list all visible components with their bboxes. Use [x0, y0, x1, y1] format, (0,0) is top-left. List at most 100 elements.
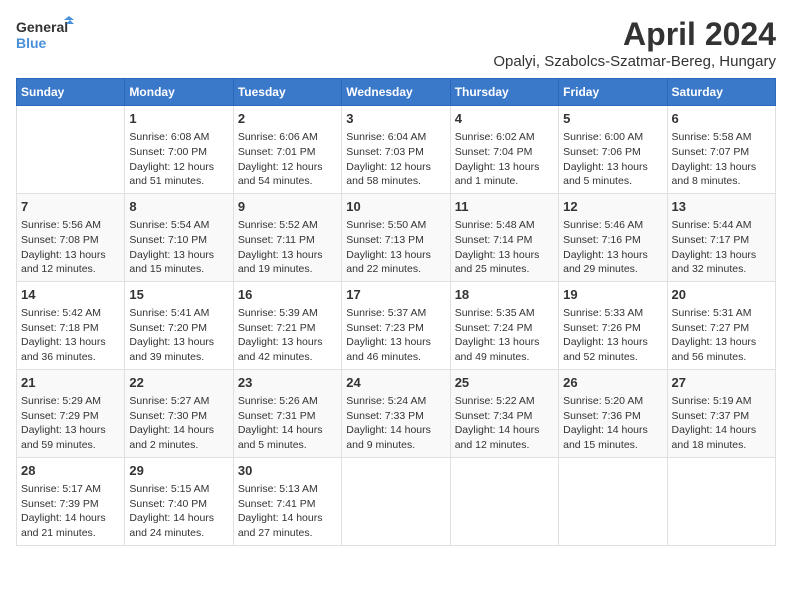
cell-info: Sunrise: 5:41 AMSunset: 7:20 PMDaylight:…	[129, 306, 228, 365]
calendar-cell: 18 Sunrise: 5:35 AMSunset: 7:24 PMDaylig…	[450, 281, 558, 369]
calendar-cell: 14 Sunrise: 5:42 AMSunset: 7:18 PMDaylig…	[17, 281, 125, 369]
col-header-monday: Monday	[125, 79, 233, 106]
cell-info: Sunrise: 5:58 AMSunset: 7:07 PMDaylight:…	[672, 130, 771, 189]
col-header-friday: Friday	[559, 79, 667, 106]
day-number: 23	[238, 374, 337, 392]
week-row-5: 28 Sunrise: 5:17 AMSunset: 7:39 PMDaylig…	[17, 457, 776, 545]
day-number: 15	[129, 286, 228, 304]
cell-info: Sunrise: 6:06 AMSunset: 7:01 PMDaylight:…	[238, 130, 337, 189]
cell-info: Sunrise: 5:48 AMSunset: 7:14 PMDaylight:…	[455, 218, 554, 277]
day-number: 9	[238, 198, 337, 216]
day-number: 12	[563, 198, 662, 216]
cell-info: Sunrise: 5:22 AMSunset: 7:34 PMDaylight:…	[455, 394, 554, 453]
svg-text:General: General	[16, 19, 68, 35]
calendar-cell: 24 Sunrise: 5:24 AMSunset: 7:33 PMDaylig…	[342, 369, 450, 457]
day-number: 29	[129, 462, 228, 480]
day-number: 25	[455, 374, 554, 392]
day-number: 22	[129, 374, 228, 392]
week-row-2: 7 Sunrise: 5:56 AMSunset: 7:08 PMDayligh…	[17, 193, 776, 281]
calendar-cell	[342, 457, 450, 545]
day-number: 11	[455, 198, 554, 216]
logo-svg: General Blue	[16, 16, 66, 56]
calendar-cell: 29 Sunrise: 5:15 AMSunset: 7:40 PMDaylig…	[125, 457, 233, 545]
calendar-cell: 3 Sunrise: 6:04 AMSunset: 7:03 PMDayligh…	[342, 106, 450, 194]
cell-info: Sunrise: 5:31 AMSunset: 7:27 PMDaylight:…	[672, 306, 771, 365]
calendar-cell: 16 Sunrise: 5:39 AMSunset: 7:21 PMDaylig…	[233, 281, 341, 369]
day-number: 14	[21, 286, 120, 304]
col-header-sunday: Sunday	[17, 79, 125, 106]
day-number: 24	[346, 374, 445, 392]
calendar-cell	[450, 457, 558, 545]
cell-info: Sunrise: 5:37 AMSunset: 7:23 PMDaylight:…	[346, 306, 445, 365]
cell-info: Sunrise: 5:15 AMSunset: 7:40 PMDaylight:…	[129, 482, 228, 541]
calendar-cell: 7 Sunrise: 5:56 AMSunset: 7:08 PMDayligh…	[17, 193, 125, 281]
cell-info: Sunrise: 6:00 AMSunset: 7:06 PMDaylight:…	[563, 130, 662, 189]
calendar-cell: 21 Sunrise: 5:29 AMSunset: 7:29 PMDaylig…	[17, 369, 125, 457]
cell-info: Sunrise: 5:52 AMSunset: 7:11 PMDaylight:…	[238, 218, 337, 277]
calendar-cell: 23 Sunrise: 5:26 AMSunset: 7:31 PMDaylig…	[233, 369, 341, 457]
title-block: April 2024 Opalyi, Szabolcs-Szatmar-Bere…	[493, 16, 776, 70]
calendar-cell: 28 Sunrise: 5:17 AMSunset: 7:39 PMDaylig…	[17, 457, 125, 545]
calendar-cell: 20 Sunrise: 5:31 AMSunset: 7:27 PMDaylig…	[667, 281, 775, 369]
header: General Blue April 2024 Opalyi, Szabolcs…	[16, 16, 776, 70]
cell-info: Sunrise: 5:20 AMSunset: 7:36 PMDaylight:…	[563, 394, 662, 453]
main-title: April 2024	[493, 16, 776, 53]
cell-info: Sunrise: 5:17 AMSunset: 7:39 PMDaylight:…	[21, 482, 120, 541]
cell-info: Sunrise: 5:56 AMSunset: 7:08 PMDaylight:…	[21, 218, 120, 277]
day-number: 5	[563, 110, 662, 128]
calendar-cell: 6 Sunrise: 5:58 AMSunset: 7:07 PMDayligh…	[667, 106, 775, 194]
calendar-cell	[17, 106, 125, 194]
day-number: 27	[672, 374, 771, 392]
svg-text:Blue: Blue	[16, 35, 47, 51]
col-header-thursday: Thursday	[450, 79, 558, 106]
week-row-4: 21 Sunrise: 5:29 AMSunset: 7:29 PMDaylig…	[17, 369, 776, 457]
col-header-saturday: Saturday	[667, 79, 775, 106]
cell-info: Sunrise: 5:50 AMSunset: 7:13 PMDaylight:…	[346, 218, 445, 277]
cell-info: Sunrise: 5:35 AMSunset: 7:24 PMDaylight:…	[455, 306, 554, 365]
calendar-cell: 22 Sunrise: 5:27 AMSunset: 7:30 PMDaylig…	[125, 369, 233, 457]
col-header-tuesday: Tuesday	[233, 79, 341, 106]
calendar-cell: 15 Sunrise: 5:41 AMSunset: 7:20 PMDaylig…	[125, 281, 233, 369]
week-row-1: 1 Sunrise: 6:08 AMSunset: 7:00 PMDayligh…	[17, 106, 776, 194]
cell-info: Sunrise: 6:02 AMSunset: 7:04 PMDaylight:…	[455, 130, 554, 189]
calendar-cell: 2 Sunrise: 6:06 AMSunset: 7:01 PMDayligh…	[233, 106, 341, 194]
cell-info: Sunrise: 5:26 AMSunset: 7:31 PMDaylight:…	[238, 394, 337, 453]
calendar-cell: 25 Sunrise: 5:22 AMSunset: 7:34 PMDaylig…	[450, 369, 558, 457]
day-number: 26	[563, 374, 662, 392]
cell-info: Sunrise: 5:39 AMSunset: 7:21 PMDaylight:…	[238, 306, 337, 365]
calendar-cell: 26 Sunrise: 5:20 AMSunset: 7:36 PMDaylig…	[559, 369, 667, 457]
logo: General Blue	[16, 16, 66, 56]
day-number: 7	[21, 198, 120, 216]
day-number: 17	[346, 286, 445, 304]
calendar-cell: 8 Sunrise: 5:54 AMSunset: 7:10 PMDayligh…	[125, 193, 233, 281]
cell-info: Sunrise: 5:19 AMSunset: 7:37 PMDaylight:…	[672, 394, 771, 453]
calendar-cell: 9 Sunrise: 5:52 AMSunset: 7:11 PMDayligh…	[233, 193, 341, 281]
header-row: SundayMondayTuesdayWednesdayThursdayFrid…	[17, 79, 776, 106]
day-number: 18	[455, 286, 554, 304]
day-number: 19	[563, 286, 662, 304]
calendar-cell: 4 Sunrise: 6:02 AMSunset: 7:04 PMDayligh…	[450, 106, 558, 194]
day-number: 1	[129, 110, 228, 128]
calendar-cell: 10 Sunrise: 5:50 AMSunset: 7:13 PMDaylig…	[342, 193, 450, 281]
calendar-cell: 11 Sunrise: 5:48 AMSunset: 7:14 PMDaylig…	[450, 193, 558, 281]
calendar-cell	[559, 457, 667, 545]
day-number: 6	[672, 110, 771, 128]
day-number: 4	[455, 110, 554, 128]
day-number: 16	[238, 286, 337, 304]
day-number: 3	[346, 110, 445, 128]
day-number: 10	[346, 198, 445, 216]
day-number: 2	[238, 110, 337, 128]
calendar-cell: 13 Sunrise: 5:44 AMSunset: 7:17 PMDaylig…	[667, 193, 775, 281]
calendar-cell: 17 Sunrise: 5:37 AMSunset: 7:23 PMDaylig…	[342, 281, 450, 369]
cell-info: Sunrise: 5:54 AMSunset: 7:10 PMDaylight:…	[129, 218, 228, 277]
calendar-cell	[667, 457, 775, 545]
calendar-cell: 19 Sunrise: 5:33 AMSunset: 7:26 PMDaylig…	[559, 281, 667, 369]
day-number: 21	[21, 374, 120, 392]
cell-info: Sunrise: 5:27 AMSunset: 7:30 PMDaylight:…	[129, 394, 228, 453]
cell-info: Sunrise: 5:42 AMSunset: 7:18 PMDaylight:…	[21, 306, 120, 365]
calendar-cell: 1 Sunrise: 6:08 AMSunset: 7:00 PMDayligh…	[125, 106, 233, 194]
cell-info: Sunrise: 5:33 AMSunset: 7:26 PMDaylight:…	[563, 306, 662, 365]
cell-info: Sunrise: 6:04 AMSunset: 7:03 PMDaylight:…	[346, 130, 445, 189]
calendar-cell: 27 Sunrise: 5:19 AMSunset: 7:37 PMDaylig…	[667, 369, 775, 457]
cell-info: Sunrise: 5:29 AMSunset: 7:29 PMDaylight:…	[21, 394, 120, 453]
